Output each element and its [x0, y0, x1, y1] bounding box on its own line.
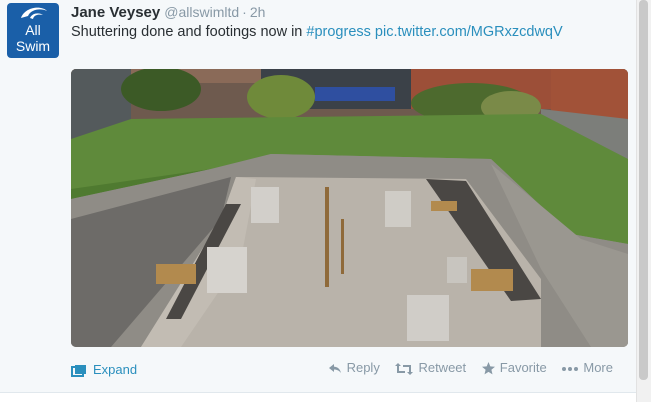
- scrollbar-thumb[interactable]: [639, 0, 648, 380]
- username[interactable]: @allswimltd: [164, 4, 239, 20]
- star-icon: [481, 362, 495, 375]
- avatar[interactable]: All Swim: [7, 3, 59, 58]
- expand-icon: [71, 364, 86, 377]
- timestamp[interactable]: 2h: [250, 4, 266, 20]
- media-link[interactable]: pic.twitter.com/MGRxzcdwqV: [375, 24, 563, 40]
- favorite-button[interactable]: Favorite: [481, 358, 547, 378]
- allswim-logo-icon: [21, 7, 47, 19]
- tweet-actions: Reply Retweet Favorite More: [316, 358, 613, 378]
- more-button[interactable]: More: [562, 358, 613, 378]
- retweet-label: Retweet: [418, 360, 467, 375]
- hashtag-link[interactable]: #progress: [306, 24, 370, 40]
- tweet-text-plain: Shuttering done and footings now in: [71, 24, 307, 40]
- reply-label: Reply: [346, 360, 380, 375]
- tweet-text: Shuttering done and footings now in #pro…: [71, 23, 563, 41]
- expand-link[interactable]: Expand: [71, 361, 137, 379]
- reply-button[interactable]: Reply: [328, 358, 380, 378]
- fullname[interactable]: Jane Veysey: [71, 4, 160, 21]
- avatar-text-line1: All: [25, 22, 41, 38]
- more-label: More: [583, 360, 613, 375]
- expand-label: Expand: [93, 362, 138, 377]
- retweet-icon: [395, 362, 414, 375]
- retweet-button[interactable]: Retweet: [395, 358, 466, 378]
- more-dots-icon: [562, 366, 579, 371]
- separator: ·: [242, 4, 247, 20]
- tweet[interactable]: All Swim Jane Veysey @allswimltd · 2h Shutt…: [0, 0, 637, 393]
- tweet-header: Jane Veysey @allswimltd · 2h: [71, 3, 265, 21]
- tweet-photo[interactable]: [71, 69, 628, 347]
- reply-icon: [328, 363, 341, 373]
- scrollbar[interactable]: [636, 0, 651, 402]
- construction-photo: [71, 69, 628, 347]
- avatar-text-line2: Swim: [15, 38, 51, 54]
- favorite-label: Favorite: [499, 360, 547, 375]
